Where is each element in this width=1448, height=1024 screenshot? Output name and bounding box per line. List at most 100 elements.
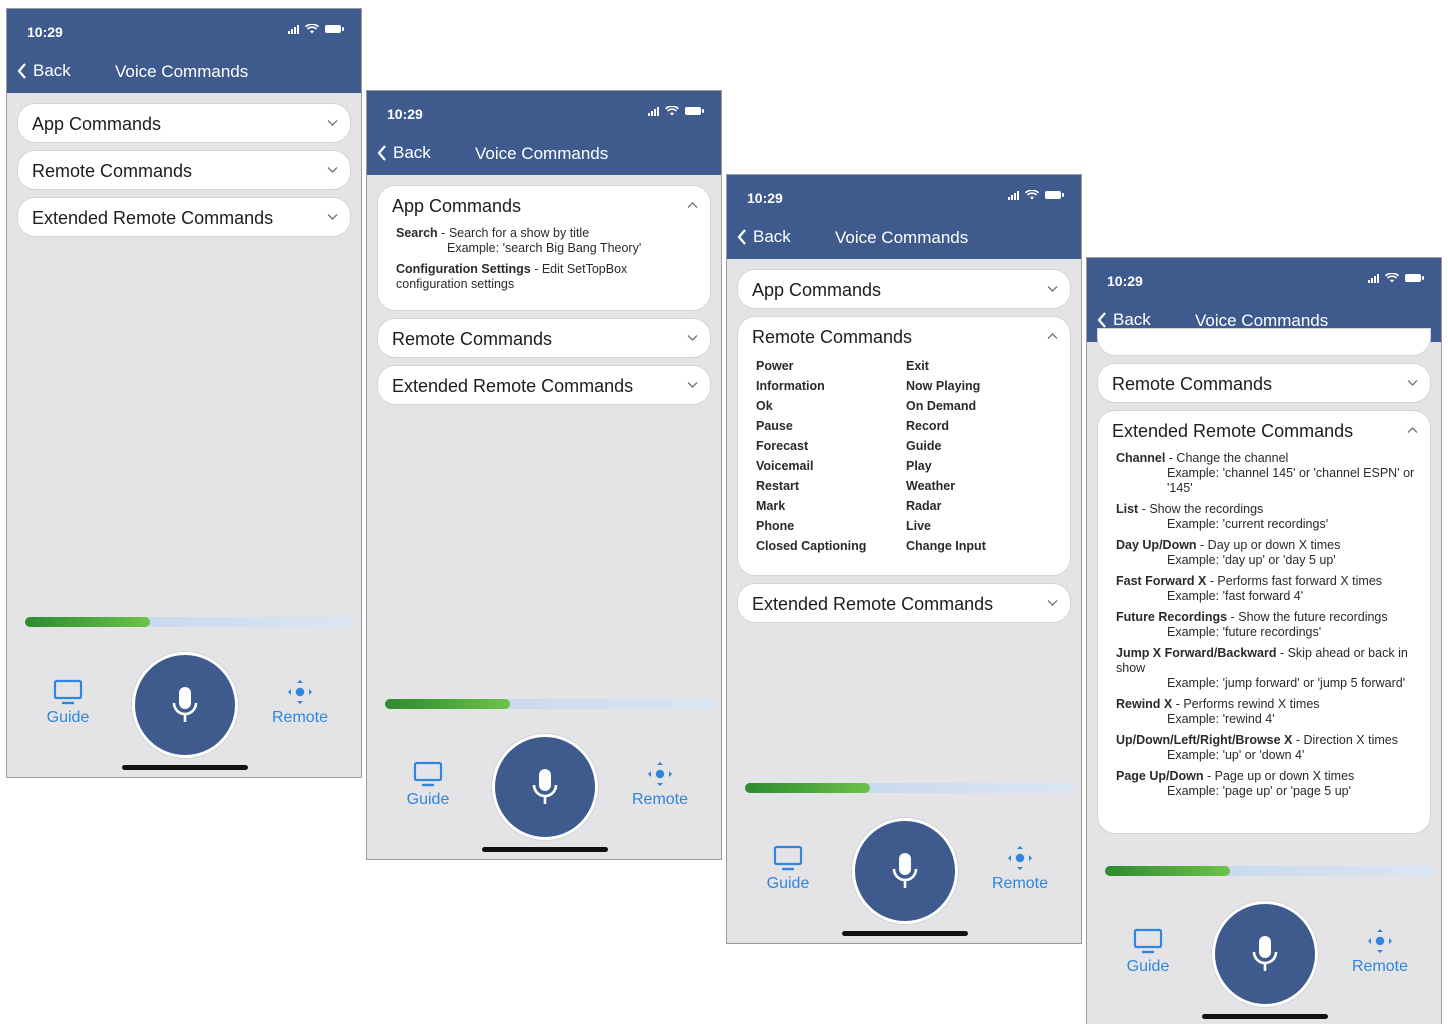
app-commands-section[interactable]: App Commands Search - Search for a show …: [377, 185, 711, 311]
microphone-button[interactable]: [852, 818, 958, 924]
remote-button[interactable]: Remote: [980, 845, 1060, 893]
app-commands-section-partial[interactable]: [1097, 328, 1431, 356]
dpad-icon: [648, 762, 672, 786]
remote-command: Change Input: [906, 539, 986, 553]
back-button[interactable]: Back: [17, 61, 71, 81]
wifi-icon: [305, 24, 319, 34]
microphone-button[interactable]: [1212, 901, 1318, 1007]
microphone-icon: [892, 853, 918, 888]
app-commands-section[interactable]: App Commands: [737, 269, 1071, 309]
remote-label: Remote: [271, 709, 329, 726]
tv-icon: [413, 761, 443, 787]
remote-commands-section[interactable]: Remote Commands: [1097, 363, 1431, 403]
remote-command: Closed Captioning: [756, 539, 867, 553]
chevron-up-icon: [1047, 333, 1058, 339]
command-desc: Show the recordings: [1149, 502, 1264, 516]
microphone-button[interactable]: [132, 652, 238, 758]
remote-command: Forecast: [756, 439, 809, 453]
command-example: Example: 'up' or 'down 4': [1167, 748, 1305, 762]
remote-button[interactable]: Remote: [260, 679, 340, 727]
command-entry: Search - Search for a show by title Exam…: [396, 226, 696, 256]
remote-command: Now Playing: [906, 379, 981, 393]
command-example: Example: 'search Big Bang Theory': [447, 241, 642, 255]
remote-command: Ok: [756, 399, 773, 413]
microphone-icon: [532, 769, 558, 804]
command-entry: Future Recordings - Show the future reco…: [1116, 610, 1416, 640]
guide-label: Guide: [766, 875, 810, 892]
command-example: Example: 'day up' or 'day 5 up': [1167, 553, 1336, 567]
status-time: 10:29: [387, 106, 423, 122]
command-name: Configuration Settings: [396, 262, 531, 276]
remote-commands-section[interactable]: Remote Commands: [377, 318, 711, 358]
remote-button[interactable]: Remote: [620, 761, 700, 809]
command-example: Example: 'current recordings': [1167, 517, 1329, 531]
back-label: Back: [393, 143, 431, 162]
command-desc: Search for a show by title: [448, 226, 590, 240]
section-title: Extended Remote Commands: [1112, 421, 1354, 441]
section-title: App Commands: [32, 114, 162, 134]
extended-commands-section[interactable]: Extended Remote Commands Channel - Chang…: [1097, 410, 1431, 834]
command-example: Example: 'jump forward' or 'jump 5 forwa…: [1167, 676, 1406, 690]
section-title: Extended Remote Commands: [32, 208, 274, 228]
extended-commands-section[interactable]: Extended Remote Commands: [737, 583, 1071, 623]
wifi-icon: [1385, 273, 1399, 283]
signal-icon: [1368, 273, 1379, 283]
section-title: Extended Remote Commands: [752, 594, 994, 614]
remote-command: Record: [906, 419, 950, 433]
extended-commands-list: Channel - Change the channel Example: 'ch…: [1116, 451, 1416, 805]
remote-command: Voicemail: [756, 459, 814, 473]
status-time: 10:29: [1107, 273, 1143, 289]
chevron-left-icon: [737, 229, 746, 245]
remote-label: Remote: [631, 791, 689, 808]
remote-commands-section[interactable]: Remote Commands Power Exit Information Now…: [737, 316, 1071, 576]
command-example: Example: 'page up' or 'page 5 up': [1167, 784, 1351, 798]
remote-command: Restart: [756, 479, 800, 493]
extended-commands-section[interactable]: Extended Remote Commands: [17, 197, 351, 237]
chevron-left-icon: [377, 145, 386, 161]
command-example: Example: 'fast forward 4': [1167, 589, 1304, 603]
guide-button[interactable]: Guide: [388, 761, 468, 809]
listening-progress-bar: [25, 617, 355, 627]
battery-icon: [1045, 191, 1064, 199]
command-entry: Jump X Forward/Backward - Skip ahead or …: [1116, 646, 1416, 691]
home-indicator: [482, 847, 608, 852]
guide-button[interactable]: Guide: [748, 845, 828, 893]
microphone-icon: [172, 687, 198, 722]
section-title: Remote Commands: [392, 329, 553, 349]
guide-button[interactable]: Guide: [1108, 928, 1188, 976]
page-title: Voice Commands: [475, 144, 609, 163]
guide-button[interactable]: Guide: [28, 679, 108, 727]
listening-progress-bar: [385, 699, 715, 709]
dpad-icon: [1368, 929, 1392, 953]
remote-command: Pause: [756, 419, 793, 433]
command-name: Page Up/Down: [1116, 769, 1204, 783]
command-entry: Fast Forward X - Performs fast forward X…: [1116, 574, 1416, 604]
extended-commands-section[interactable]: Extended Remote Commands: [377, 365, 711, 405]
back-button[interactable]: Back: [377, 143, 431, 163]
dpad-icon: [288, 680, 312, 704]
command-entry: Day Up/Down - Day up or down X times Exam…: [1116, 538, 1416, 568]
app-commands-list: Search - Search for a show by title Exam…: [396, 226, 696, 298]
chevron-down-icon: [1047, 286, 1058, 292]
command-desc: Page up or down X times: [1214, 769, 1355, 783]
microphone-button[interactable]: [492, 734, 598, 840]
command-desc: Performs fast forward X times: [1217, 574, 1383, 588]
progress-fill: [385, 699, 511, 709]
chevron-up-icon: [1407, 427, 1418, 433]
remote-button[interactable]: Remote: [1340, 928, 1420, 976]
app-commands-section[interactable]: App Commands: [17, 103, 351, 143]
command-name: Channel: [1116, 451, 1166, 465]
command-example: Example: 'channel 145' or 'channel ESPN'…: [1167, 466, 1415, 495]
back-button[interactable]: Back: [737, 227, 791, 247]
back-button[interactable]: Back: [1097, 310, 1151, 330]
command-entry: Page Up/Down - Page up or down X times Ex…: [1116, 769, 1416, 799]
home-indicator: [122, 765, 248, 770]
guide-label: Guide: [46, 709, 90, 726]
remote-command: Information: [756, 379, 825, 393]
listening-progress-bar: [745, 783, 1075, 793]
command-name: Jump X Forward/Backward: [1116, 646, 1277, 660]
wifi-icon: [1025, 190, 1039, 200]
command-name: Rewind X: [1116, 697, 1173, 711]
remote-commands-section[interactable]: Remote Commands: [17, 150, 351, 190]
nav-header: 10:29 Back Voice Commands: [7, 9, 361, 93]
